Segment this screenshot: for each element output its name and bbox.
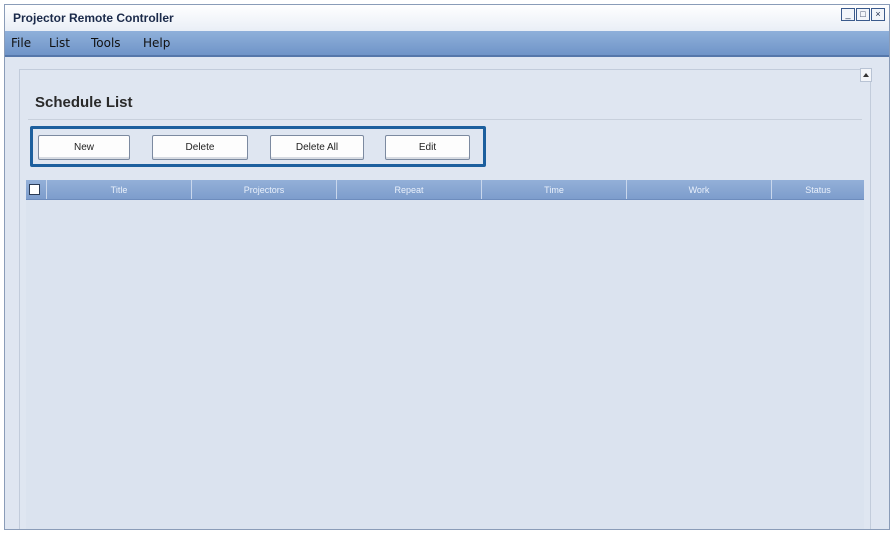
title-bar: Projector Remote Controller _ □ × [5, 5, 889, 31]
column-repeat[interactable]: Repeat [336, 180, 481, 199]
column-status[interactable]: Status [771, 180, 864, 199]
column-time[interactable]: Time [481, 180, 626, 199]
table-header: Title Projectors Repeat Time Work Status [26, 180, 864, 200]
page-title: Schedule List [35, 94, 133, 111]
delete-button[interactable]: Delete [152, 135, 248, 160]
button-toolbar: New Delete Delete All Edit [30, 126, 486, 167]
menu-bar: File List Tools Help [5, 31, 889, 57]
content-area: Schedule List New Delete Delete All Edit… [11, 59, 883, 529]
select-all-checkbox[interactable] [29, 184, 40, 195]
scroll-up-icon[interactable] [860, 68, 872, 82]
schedule-table: Title Projectors Repeat Time Work Status [26, 180, 864, 529]
column-projectors[interactable]: Projectors [191, 180, 336, 199]
app-window: Projector Remote Controller _ □ × File L… [4, 4, 890, 530]
window-controls: _ □ × [841, 8, 885, 21]
schedule-panel: Schedule List New Delete Delete All Edit… [19, 68, 872, 529]
minimize-icon[interactable]: _ [841, 8, 855, 21]
select-all-cell [26, 180, 46, 199]
delete-all-button[interactable]: Delete All [270, 135, 364, 160]
table-body [26, 200, 864, 529]
column-title[interactable]: Title [46, 180, 191, 199]
column-work[interactable]: Work [626, 180, 771, 199]
close-icon[interactable]: × [871, 8, 885, 21]
menu-tools[interactable]: Tools [91, 36, 121, 50]
new-button[interactable]: New [38, 135, 130, 160]
window-title: Projector Remote Controller [13, 11, 174, 25]
menu-list[interactable]: List [49, 36, 70, 50]
divider [28, 119, 862, 120]
maximize-icon[interactable]: □ [856, 8, 870, 21]
edit-button[interactable]: Edit [385, 135, 470, 160]
menu-help[interactable]: Help [143, 36, 170, 50]
menu-file[interactable]: File [11, 36, 31, 50]
